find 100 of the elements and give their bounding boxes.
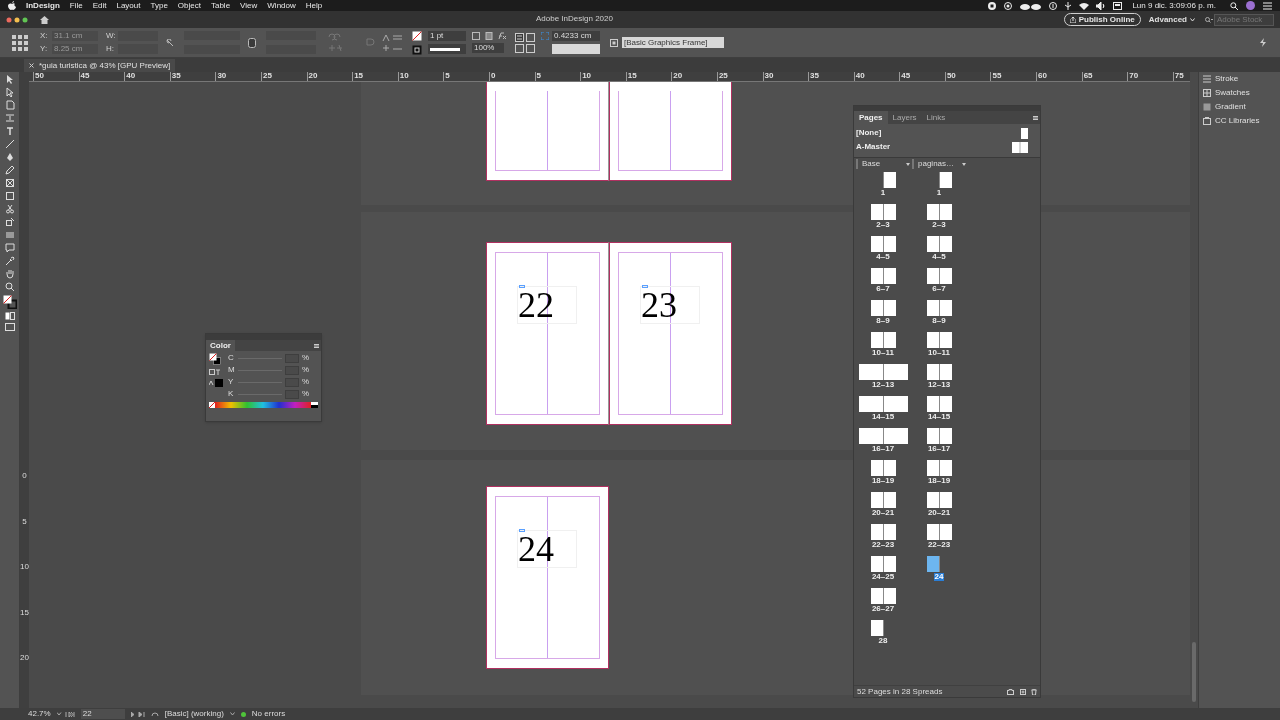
- spread-label[interactable]: 16–17: [926, 445, 952, 453]
- page-thumbnail[interactable]: [884, 428, 908, 444]
- page-thumbnail[interactable]: [940, 268, 952, 284]
- object-style-icon[interactable]: [610, 38, 618, 47]
- page-tool-icon[interactable]: [4, 100, 15, 110]
- swatch-field[interactable]: [552, 44, 600, 54]
- eyedropper-icon[interactable]: [4, 256, 15, 266]
- page-thumbnail[interactable]: [871, 300, 883, 316]
- spread-thumbnail[interactable]: [857, 394, 909, 412]
- spread-label[interactable]: 8–9: [931, 317, 947, 325]
- stroke-type-field[interactable]: [428, 44, 466, 54]
- panel-button[interactable]: Swatches: [1203, 88, 1280, 98]
- page-thumbnail[interactable]: [884, 588, 896, 604]
- spread-label[interactable]: 10–11: [927, 349, 951, 357]
- spread-label[interactable]: 20–21: [870, 509, 896, 517]
- spread-label[interactable]: 24–25: [870, 573, 896, 581]
- page-thumbnail[interactable]: [884, 364, 908, 380]
- container-text-icon[interactable]: [209, 369, 221, 375]
- spread-label[interactable]: 16–17: [870, 445, 896, 453]
- page-thumbnail[interactable]: [940, 236, 952, 252]
- panel-tab[interactable]: Layers: [887, 111, 922, 124]
- page-thumbnail[interactable]: [871, 556, 883, 572]
- menu-item[interactable]: Help: [305, 1, 323, 10]
- swatches-grid-icon[interactable]: [1203, 89, 1211, 97]
- gradient-icon[interactable]: [4, 230, 15, 240]
- spread-label[interactable]: 6–7: [875, 285, 891, 293]
- color-spectrum[interactable]: [215, 402, 311, 408]
- page-thumbnail[interactable]: [871, 236, 883, 252]
- page-thumbnail[interactable]: [859, 364, 883, 380]
- spread-label[interactable]: 26–27: [870, 605, 896, 613]
- paper-ink-swatch[interactable]: [311, 402, 318, 408]
- navigation-icon[interactable]: [56, 711, 75, 717]
- page-thumbnail[interactable]: [927, 204, 939, 220]
- page-thumbnail[interactable]: [927, 396, 939, 412]
- effects-icon[interactable]: [498, 32, 507, 40]
- spread-label[interactable]: 18–19: [870, 477, 896, 485]
- menu-item[interactable]: Object: [177, 1, 201, 10]
- spread-label[interactable]: 1: [879, 189, 887, 197]
- page-thumbnail[interactable]: [940, 204, 952, 220]
- preflight-profile[interactable]: [Basic] (working): [164, 710, 224, 718]
- page-thumbnail[interactable]: [940, 300, 952, 316]
- caret-icon[interactable]: [229, 712, 235, 716]
- spread-label[interactable]: 12–13: [870, 381, 896, 389]
- rectangle-icon[interactable]: [4, 191, 15, 201]
- object-style-dropdown[interactable]: [Basic Graphics Frame]: [622, 37, 724, 48]
- menu-item[interactable]: File: [69, 1, 83, 10]
- page-thumbnail[interactable]: [871, 268, 883, 284]
- page-thumbnail[interactable]: [927, 268, 939, 284]
- workspace-switcher[interactable]: Advanced: [1148, 13, 1195, 26]
- page-thumbnail[interactable]: [871, 332, 883, 348]
- page-thumbnail[interactable]: [940, 428, 952, 444]
- spread-label[interactable]: 12–13: [926, 381, 952, 389]
- page-thumbnail[interactable]: [940, 332, 952, 348]
- frame-icon[interactable]: [4, 178, 15, 188]
- hand-icon[interactable]: [4, 269, 15, 279]
- page-thumbnail[interactable]: [927, 556, 939, 572]
- menu-item[interactable]: View: [240, 1, 258, 10]
- page-thumbnail-icon[interactable]: [1021, 127, 1028, 139]
- zoom-level[interactable]: 42.7%: [28, 710, 51, 718]
- panel-menu-icon[interactable]: [314, 343, 319, 348]
- page-thumbnail[interactable]: [884, 396, 908, 412]
- page-thumbnail[interactable]: [940, 364, 952, 380]
- page-thumbnail[interactable]: [859, 396, 883, 412]
- next-page-icon[interactable]: [130, 711, 145, 717]
- screen-mode-icon[interactable]: [4, 323, 15, 331]
- page-thumbnail[interactable]: [871, 588, 883, 604]
- new-page-icon[interactable]: [1020, 688, 1026, 695]
- page-thumbnail[interactable]: [940, 460, 952, 476]
- opacity-field[interactable]: 100%: [472, 43, 504, 53]
- reference-point-icon[interactable]: [12, 34, 30, 51]
- panel-button[interactable]: Gradient: [1203, 102, 1280, 112]
- status-dot-icon[interactable]: [240, 711, 246, 717]
- library-icon[interactable]: [1203, 117, 1211, 125]
- menu-item[interactable]: Window: [267, 1, 296, 10]
- spread-label[interactable]: 22–23: [870, 541, 896, 549]
- trash-icon[interactable]: [1031, 688, 1037, 695]
- selection-arrow-icon[interactable]: [4, 74, 15, 84]
- caret-icon[interactable]: [962, 162, 966, 166]
- page-thumbnail[interactable]: [871, 492, 883, 508]
- page-thumbnail[interactable]: [927, 492, 939, 508]
- align-icon[interactable]: [382, 32, 404, 53]
- page-thumbnail[interactable]: [884, 204, 896, 220]
- formatting-icon[interactable]: [4, 312, 15, 320]
- lightning-icon[interactable]: [1260, 38, 1266, 47]
- scale-icon[interactable]: [166, 38, 174, 47]
- page-thumbnail[interactable]: [884, 300, 896, 316]
- panel-tab[interactable]: Color: [206, 340, 235, 351]
- type-tool-icon[interactable]: [4, 126, 15, 136]
- spread-label[interactable]: 24: [933, 573, 945, 581]
- spread-label[interactable]: 20–21: [926, 509, 952, 517]
- menu-item[interactable]: Type: [150, 1, 168, 10]
- wifi-icon[interactable]: [1079, 1, 1090, 10]
- spread-label[interactable]: 6–7: [931, 285, 947, 293]
- pen-tool-icon[interactable]: [4, 152, 15, 162]
- transform-icon[interactable]: [4, 217, 15, 227]
- fill-stroke-icon[interactable]: [2, 295, 17, 309]
- direct-selection-icon[interactable]: [4, 87, 15, 97]
- page-thumbnail[interactable]: [884, 460, 896, 476]
- page-thumbnail[interactable]: [884, 236, 896, 252]
- page-thumbnail[interactable]: [859, 428, 883, 444]
